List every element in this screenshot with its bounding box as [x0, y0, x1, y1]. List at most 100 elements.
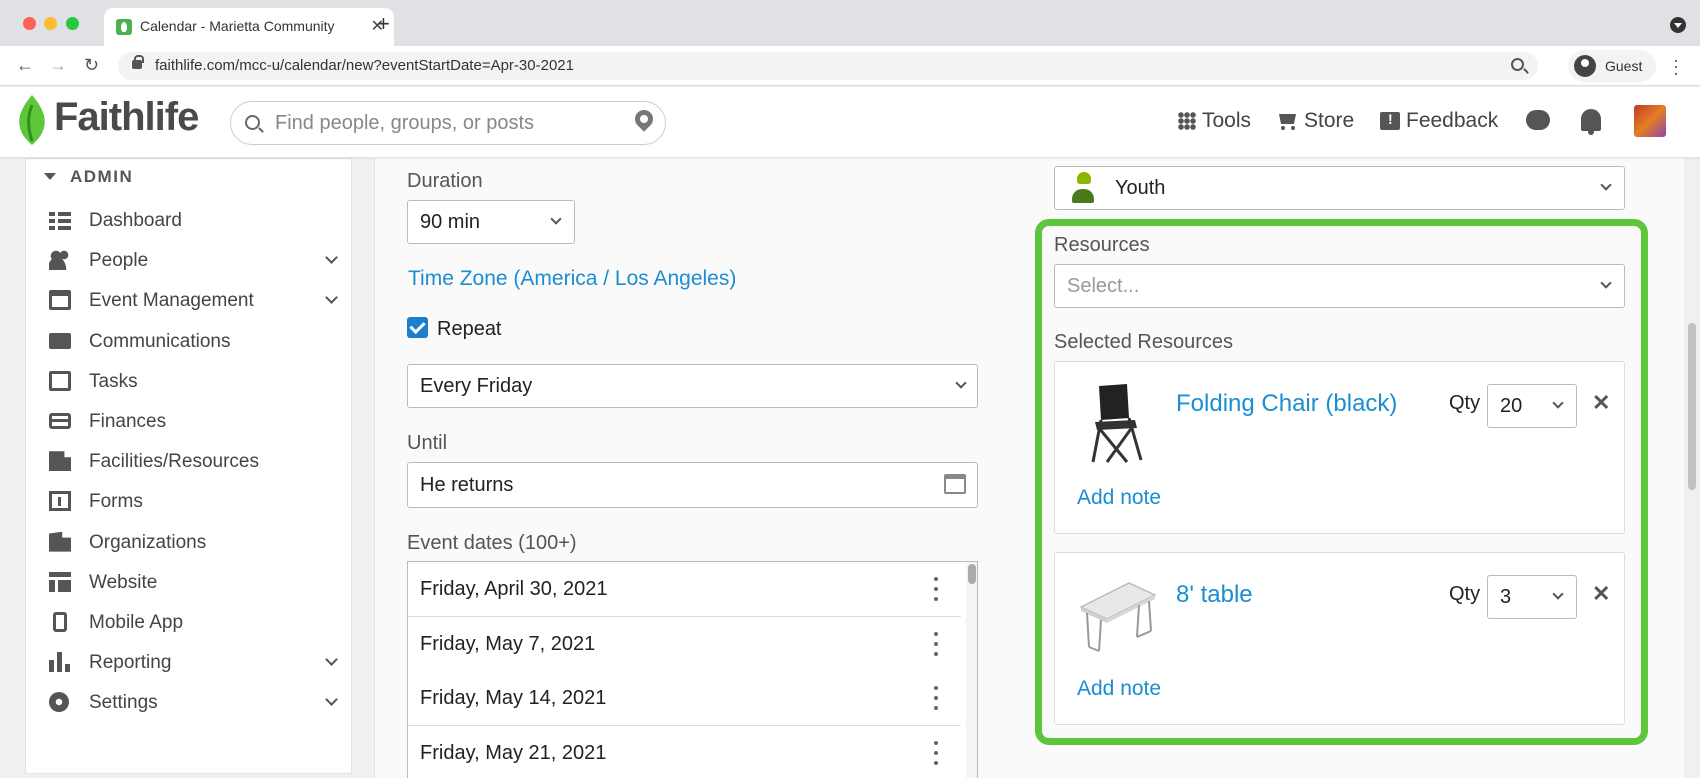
sidebar-item-mobile-app[interactable]: Mobile App: [26, 603, 351, 643]
organization-icon: [49, 531, 71, 552]
duration-select[interactable]: 90 min: [407, 200, 575, 244]
qty-value: 20: [1500, 395, 1523, 417]
maximize-window-button[interactable]: [66, 17, 79, 30]
credit-card-icon: [49, 413, 71, 429]
admin-section-toggle[interactable]: ADMIN: [44, 167, 133, 187]
add-note-link[interactable]: Add note: [1077, 677, 1161, 701]
profile-button[interactable]: Guest: [1568, 50, 1656, 82]
address-bar: ← → ↻ faithlife.com/mcc-u/calendar/new?e…: [0, 46, 1700, 86]
timezone-link[interactable]: Time Zone (America / Los Angeles): [408, 267, 736, 291]
mobile-icon: [53, 612, 67, 632]
user-avatar[interactable]: [1634, 105, 1666, 137]
global-search[interactable]: [230, 101, 666, 145]
folding-chair-icon: [1091, 384, 1143, 463]
resource-name[interactable]: Folding Chair (black): [1176, 390, 1397, 418]
chevron-down-icon[interactable]: [325, 653, 338, 667]
qty-select[interactable]: 20: [1487, 384, 1577, 428]
more-options-icon[interactable]: [934, 740, 938, 745]
event-date-row[interactable]: Friday, May 21, 2021: [408, 725, 961, 778]
sidebar-item-reporting[interactable]: Reporting: [26, 643, 351, 683]
event-type-select[interactable]: Youth: [1054, 166, 1625, 210]
close-window-button[interactable]: [23, 17, 36, 30]
resource-name[interactable]: 8' table: [1176, 581, 1253, 609]
sidebar-item-tasks[interactable]: Tasks: [26, 362, 351, 402]
sidebar-item-communications[interactable]: Communications: [26, 322, 351, 362]
forward-arrow-icon[interactable]: →: [49, 55, 67, 76]
page-scrollbar[interactable]: [1685, 158, 1700, 778]
sidebar-item-people[interactable]: People: [26, 241, 351, 281]
building-icon: [49, 451, 71, 472]
lock-icon: [132, 55, 144, 69]
scrollbar-thumb[interactable]: [968, 564, 976, 584]
repeat-frequency-select[interactable]: Every Friday: [407, 364, 978, 408]
tools-menu[interactable]: Tools: [1178, 109, 1251, 133]
back-arrow-icon[interactable]: ←: [16, 55, 34, 76]
messages-icon[interactable]: [1526, 110, 1550, 130]
qty-select[interactable]: 3: [1487, 575, 1577, 619]
store-link[interactable]: Store: [1276, 109, 1354, 133]
browser-menu-icon[interactable]: · · ·: [1673, 51, 1679, 81]
mail-icon: [49, 332, 71, 349]
sidebar-item-facilities-resources[interactable]: Facilities/Resources: [26, 442, 351, 482]
sidebar-item-label: Mobile App: [89, 612, 184, 633]
feedback-link[interactable]: Feedback: [1380, 109, 1498, 133]
resources-placeholder: Select...: [1067, 275, 1140, 297]
chevron-down-icon[interactable]: [325, 291, 338, 305]
sidebar-item-label: Facilities/Resources: [89, 451, 259, 473]
chevron-down-icon[interactable]: [325, 693, 338, 707]
notifications-bell-icon[interactable]: [1581, 109, 1601, 135]
remove-resource-icon[interactable]: ✕: [1592, 581, 1610, 607]
location-pin-icon[interactable]: [631, 106, 657, 132]
folding-table-icon: [1079, 582, 1157, 652]
more-options-icon[interactable]: [934, 686, 938, 690]
logo-text[interactable]: Faithlife: [54, 95, 199, 140]
more-options-icon[interactable]: [934, 577, 938, 581]
reload-icon[interactable]: ↻: [84, 55, 99, 76]
event-dates-list: Friday, April 30, 2021 Friday, May 7, 202…: [407, 561, 978, 778]
repeat-checkbox[interactable]: [407, 317, 428, 338]
event-date-row[interactable]: Friday, April 30, 2021: [408, 562, 961, 617]
chevron-down-icon: [550, 213, 562, 225]
more-options-icon[interactable]: [934, 631, 938, 636]
sidebar-item-finances[interactable]: Finances: [26, 402, 351, 442]
sidebar-item-event-management[interactable]: Event Management: [26, 281, 351, 321]
event-date-text: Friday, May 14, 2021: [420, 687, 607, 709]
until-field[interactable]: [407, 462, 978, 508]
qty-label: Qty: [1449, 583, 1481, 605]
resources-select[interactable]: Select...: [1054, 264, 1625, 308]
dashboard-icon: [49, 210, 71, 230]
sidebar-item-label: Website: [89, 571, 158, 593]
gear-icon: [49, 692, 69, 713]
cart-icon: [1276, 112, 1298, 130]
search-input[interactable]: [275, 110, 605, 136]
sidebar-item-label: Dashboard: [89, 210, 182, 231]
qty-label: Qty: [1449, 392, 1481, 414]
sidebar-item-settings[interactable]: Settings: [26, 683, 351, 723]
tab-title: Calendar - Marietta Community: [140, 18, 335, 34]
event-dates-scrollbar[interactable]: [966, 562, 977, 778]
add-note-link[interactable]: Add note: [1077, 486, 1161, 510]
tab-search-icon[interactable]: [1670, 17, 1686, 33]
calendar-icon[interactable]: [944, 474, 966, 494]
people-icon: [49, 250, 71, 271]
faithlife-logo-icon[interactable]: [16, 95, 48, 145]
minimize-window-button[interactable]: [44, 17, 57, 30]
sidebar-item-dashboard[interactable]: Dashboard: [26, 201, 351, 241]
sidebar-item-organizations[interactable]: Organizations: [26, 523, 351, 563]
browser-tab[interactable]: Calendar - Marietta Community ✕: [104, 8, 394, 46]
chevron-down-icon[interactable]: [325, 251, 338, 265]
remove-resource-icon[interactable]: ✕: [1592, 390, 1610, 416]
zoom-icon[interactable]: [1511, 58, 1524, 71]
selected-resources-label: Selected Resources: [1054, 331, 1233, 353]
new-tab-button[interactable]: +: [377, 11, 390, 37]
caret-down-icon: [44, 173, 56, 180]
page-scrollbar-thumb[interactable]: [1688, 323, 1696, 490]
sidebar-item-website[interactable]: Website: [26, 563, 351, 603]
tools-label: Tools: [1202, 109, 1252, 132]
event-date-row[interactable]: Friday, May 7, 2021: [408, 616, 961, 672]
url-field[interactable]: faithlife.com/mcc-u/calendar/new?eventSt…: [118, 52, 1538, 80]
website-icon: [49, 571, 71, 592]
repeat-frequency-value: Every Friday: [420, 375, 533, 397]
event-date-row[interactable]: Friday, May 14, 2021: [408, 671, 961, 726]
sidebar-item-forms[interactable]: Forms: [26, 482, 351, 522]
